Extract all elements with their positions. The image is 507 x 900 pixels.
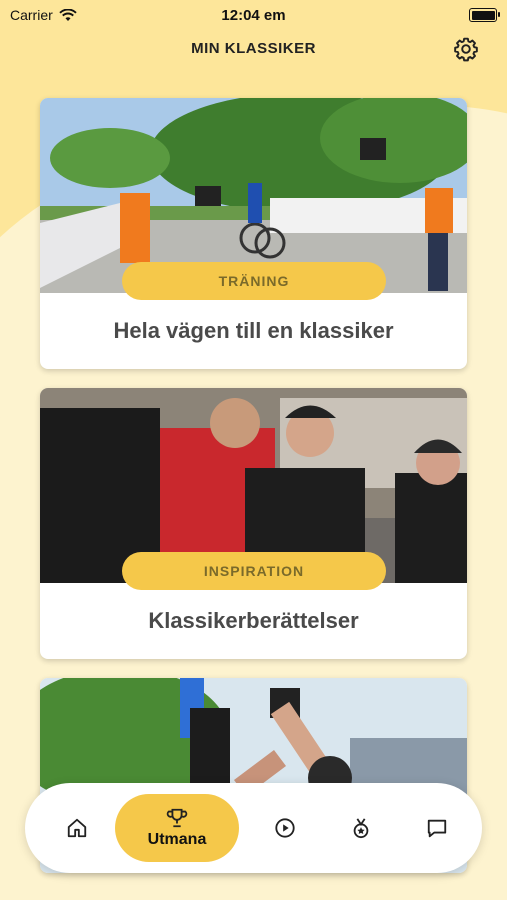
tab-play[interactable] bbox=[253, 798, 317, 858]
home-icon bbox=[67, 818, 87, 838]
tab-utmana[interactable]: Utmana bbox=[115, 794, 239, 862]
medal-icon bbox=[353, 818, 369, 839]
tab-medal[interactable] bbox=[329, 798, 393, 858]
tag-pill-training: TRÄNING bbox=[122, 262, 386, 300]
gear-icon[interactable] bbox=[453, 36, 479, 62]
battery-icon bbox=[469, 8, 500, 22]
card-inspiration[interactable]: INSPIRATION Klassikerberättelser bbox=[40, 388, 467, 659]
tab-home[interactable] bbox=[45, 798, 109, 858]
card-training[interactable]: TRÄNING Hela vägen till en klassiker bbox=[40, 98, 467, 369]
card-title: Klassikerberättelser bbox=[148, 608, 359, 633]
page-title: MIN KLASSIKER bbox=[191, 39, 316, 57]
tab-utmana-label: Utmana bbox=[147, 831, 207, 848]
status-bar: Carrier 12:04 em bbox=[0, 0, 507, 30]
tab-chat[interactable] bbox=[405, 798, 469, 858]
wifi-icon bbox=[59, 8, 77, 21]
carrier-label: Carrier bbox=[10, 7, 53, 23]
status-right bbox=[469, 8, 507, 22]
tag-pill-inspiration: INSPIRATION bbox=[122, 552, 386, 590]
bottom-tab-bar: Utmana bbox=[25, 783, 482, 873]
status-left: Carrier bbox=[0, 7, 77, 23]
chat-icon bbox=[427, 819, 447, 838]
play-circle-icon bbox=[275, 818, 295, 838]
trophy-icon bbox=[166, 808, 188, 828]
app-header: MIN KLASSIKER bbox=[0, 30, 507, 66]
card-title: Hela vägen till en klassiker bbox=[113, 318, 394, 343]
